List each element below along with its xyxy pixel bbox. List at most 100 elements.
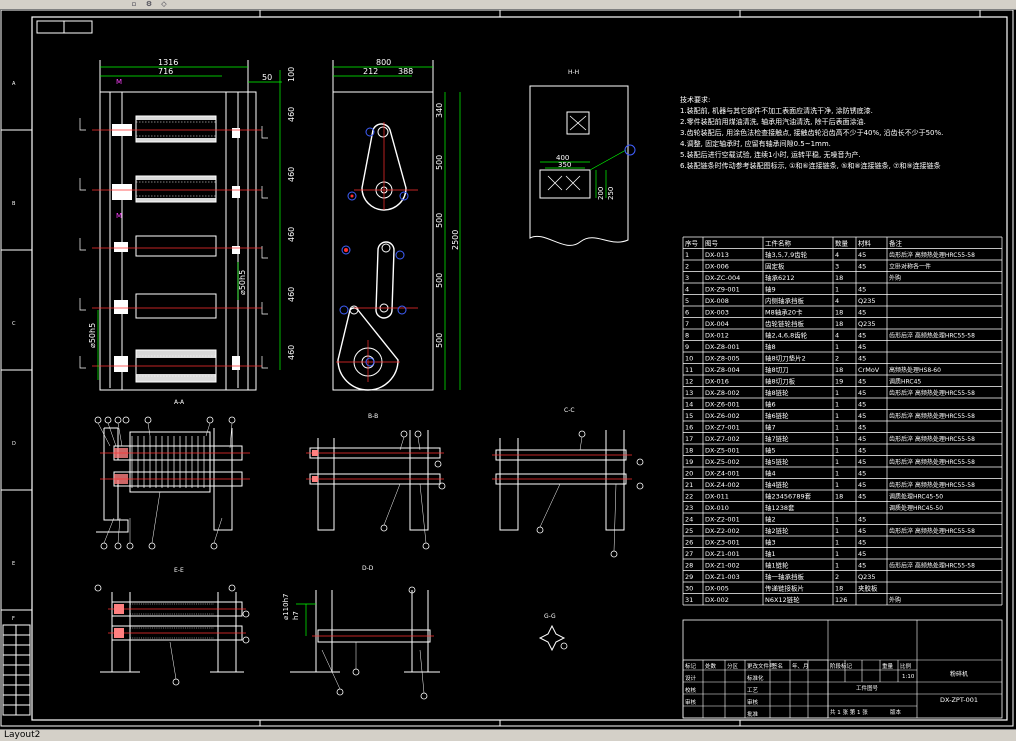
bom-cell: 齿形后淬 高频热处理HRC55-58 [889,435,975,443]
dim-340: 340 [435,103,444,118]
bom-cell: 轴9 [765,285,776,294]
bom-cell: 18 [835,585,843,593]
svg-text:B: B [12,201,16,207]
bom-cell: 12 [685,378,693,386]
bom-cell: 45 [858,458,866,466]
bom-cell: 18 [685,447,693,455]
tech-req-line: 3.齿轮装配后, 用涂色法检查接触点, 接触齿轮沿齿高不少于40%, 沿齿长不少… [680,128,943,137]
bom-cell: 齿形后淬 高频热处理HRC55-58 [889,562,975,570]
bom-cell: 外购 [889,274,901,282]
bom-cell: 轴2,4,6,8齿轮 [765,331,808,340]
bom-cell: 传递链接板片 [765,584,804,593]
bom-cell: 45 [858,550,866,558]
title-block-header: 年、月 [792,662,809,670]
section-views: C-C E-E ⌀110h7 h7 D-D G-G [94,407,644,700]
bom-cell: 轴4链轮 [765,480,789,489]
title-block-header: 更改文件号 [747,662,775,670]
bom-cell: 18 [835,274,843,282]
bom-cell: DX-Z3-001 [705,539,740,547]
bom-cell: 1 [835,470,839,478]
bom-cell: 轴7链轮 [765,434,789,443]
bom-cell: 18 [835,309,843,317]
bom-header: 数量 [835,239,849,248]
bom-cell: 轴7 [765,423,776,432]
title-block-label: 校核 [685,686,697,694]
dim-460-5: 460 [287,345,296,360]
bom-cell: 调质处理HRC45-50 [889,504,943,512]
bom-cell: 轴2 [765,515,776,524]
bom-cell: 24 [685,516,693,524]
toolbar-icon-a[interactable]: ▫ [127,0,141,8]
bom-cell: 轴6链轮 [765,411,789,420]
bom-header: 图号 [705,240,719,248]
bom-cell: DX-016 [705,378,729,386]
bom-cell: Q235 [858,297,876,305]
bom-cell: 45 [858,378,866,386]
bom-cell: DX-Z5-002 [705,458,740,466]
bom-cell: 外购 [889,596,901,604]
title-block-version: 版本 [890,708,902,716]
toolbar-diamond-icon[interactable]: ◇ [157,0,171,8]
bom-cell: 3 [685,274,689,282]
bom-cell: 28 [685,562,693,570]
bom-cell: 45 [858,516,866,524]
bom-cell: 1 [835,435,839,443]
bom-cell: DX-Z8-001 [705,343,740,351]
tech-requirements: 技术要求: 1.装配前, 机器与其它部件不加工表面应清洗干净, 涂防锈底漆. 2… [680,95,943,170]
bom-cell: 45 [858,343,866,351]
label-g-g: G-G [544,613,556,620]
bom-cell: DX-005 [705,585,729,593]
bom-cell: 1 [835,550,839,558]
bom-cell: DX-003 [705,309,729,317]
bom-cell: 45 [858,527,866,535]
title-block-name: 粉碎机 [950,670,968,678]
bom-cell: 4 [835,332,839,340]
title-block-sheet: 共 1 张 第 1 张 [830,708,868,716]
bom-cell: N6X12链轮 [765,595,800,604]
svg-text:F: F [12,616,15,622]
svg-text:A: A [12,81,16,87]
bom-cell: DX-Z4-001 [705,470,740,478]
dim-dia-a: ⌀50h5 [88,323,97,348]
bom-cell: 齿形后淬 高频热处理HRC55-58 [889,527,975,535]
bom-cell: 夹胶板 [858,584,878,593]
toolbar-gear-icon[interactable]: ⚙ [142,0,156,8]
bom-cell: 30 [685,585,693,593]
bom-cell: 14 [685,401,693,409]
bom-cell: DX-Z1-002 [705,562,740,570]
bom-cell: 齿形后淬 高频热处理HRC55-58 [889,332,975,340]
bom-cell: DX-Z7-001 [705,424,740,432]
bom-cell: Q235 [858,573,876,581]
bom-cell: 13 [685,389,693,397]
label-e-e: E-E [174,567,184,574]
side-view-middle: 800 212 388 340 500 500 500 500 2500 B-B [332,58,461,420]
title-block: 标记 处数 分区 更改文件号签名 年、月设计 标准化校核 工艺审核 审核批准 阶段标记 重量 比例 1… [682,619,1003,719]
dim-212: 212 [363,67,378,76]
dim-716: 716 [158,67,173,76]
svg-text:⌀110h7: ⌀110h7 [282,594,290,620]
dim-50: 50 [262,73,272,82]
title-block-header: 分区 [727,662,739,670]
drawing-canvas[interactable]: ABC DEF 1316 716 50 100 460 460 460 460 … [0,10,1016,730]
bom-cell: 高频热处理HS8-60 [889,366,941,374]
bom-cell: 45 [858,424,866,432]
bom-cell: DX-Z8-002 [705,389,740,397]
bom-cell: 18 [835,366,843,374]
bom-cell: 1 [835,389,839,397]
tech-req-line: 6.装配链条时传动参考装配图标示, ①和⑥连接链条, ⑤和⑧连接链条, ⑦和⑨连… [680,161,941,170]
bom-cell: 45 [858,493,866,501]
bom-cell: 8 [685,332,689,340]
layout-tab[interactable]: Layout2 [0,730,40,740]
bom-cell: 4 [835,297,839,305]
bom-cell: 23 [685,504,693,512]
title-block-weight: 重量 [882,662,894,670]
bom-cell: 调质HRC45 [889,378,921,386]
bom-cell: 立卧对称各一件 [889,263,931,271]
bom-cell: DX-004 [705,320,729,328]
bom-cell: DX-011 [705,493,729,501]
toolbar: ▫ ⚙ ◇ [0,0,1016,10]
bom-cell: 轴2链轮 [765,526,789,535]
label-b-b: B-B [368,413,378,420]
bom-cell: 22 [685,493,693,501]
dim-800: 800 [376,58,391,67]
